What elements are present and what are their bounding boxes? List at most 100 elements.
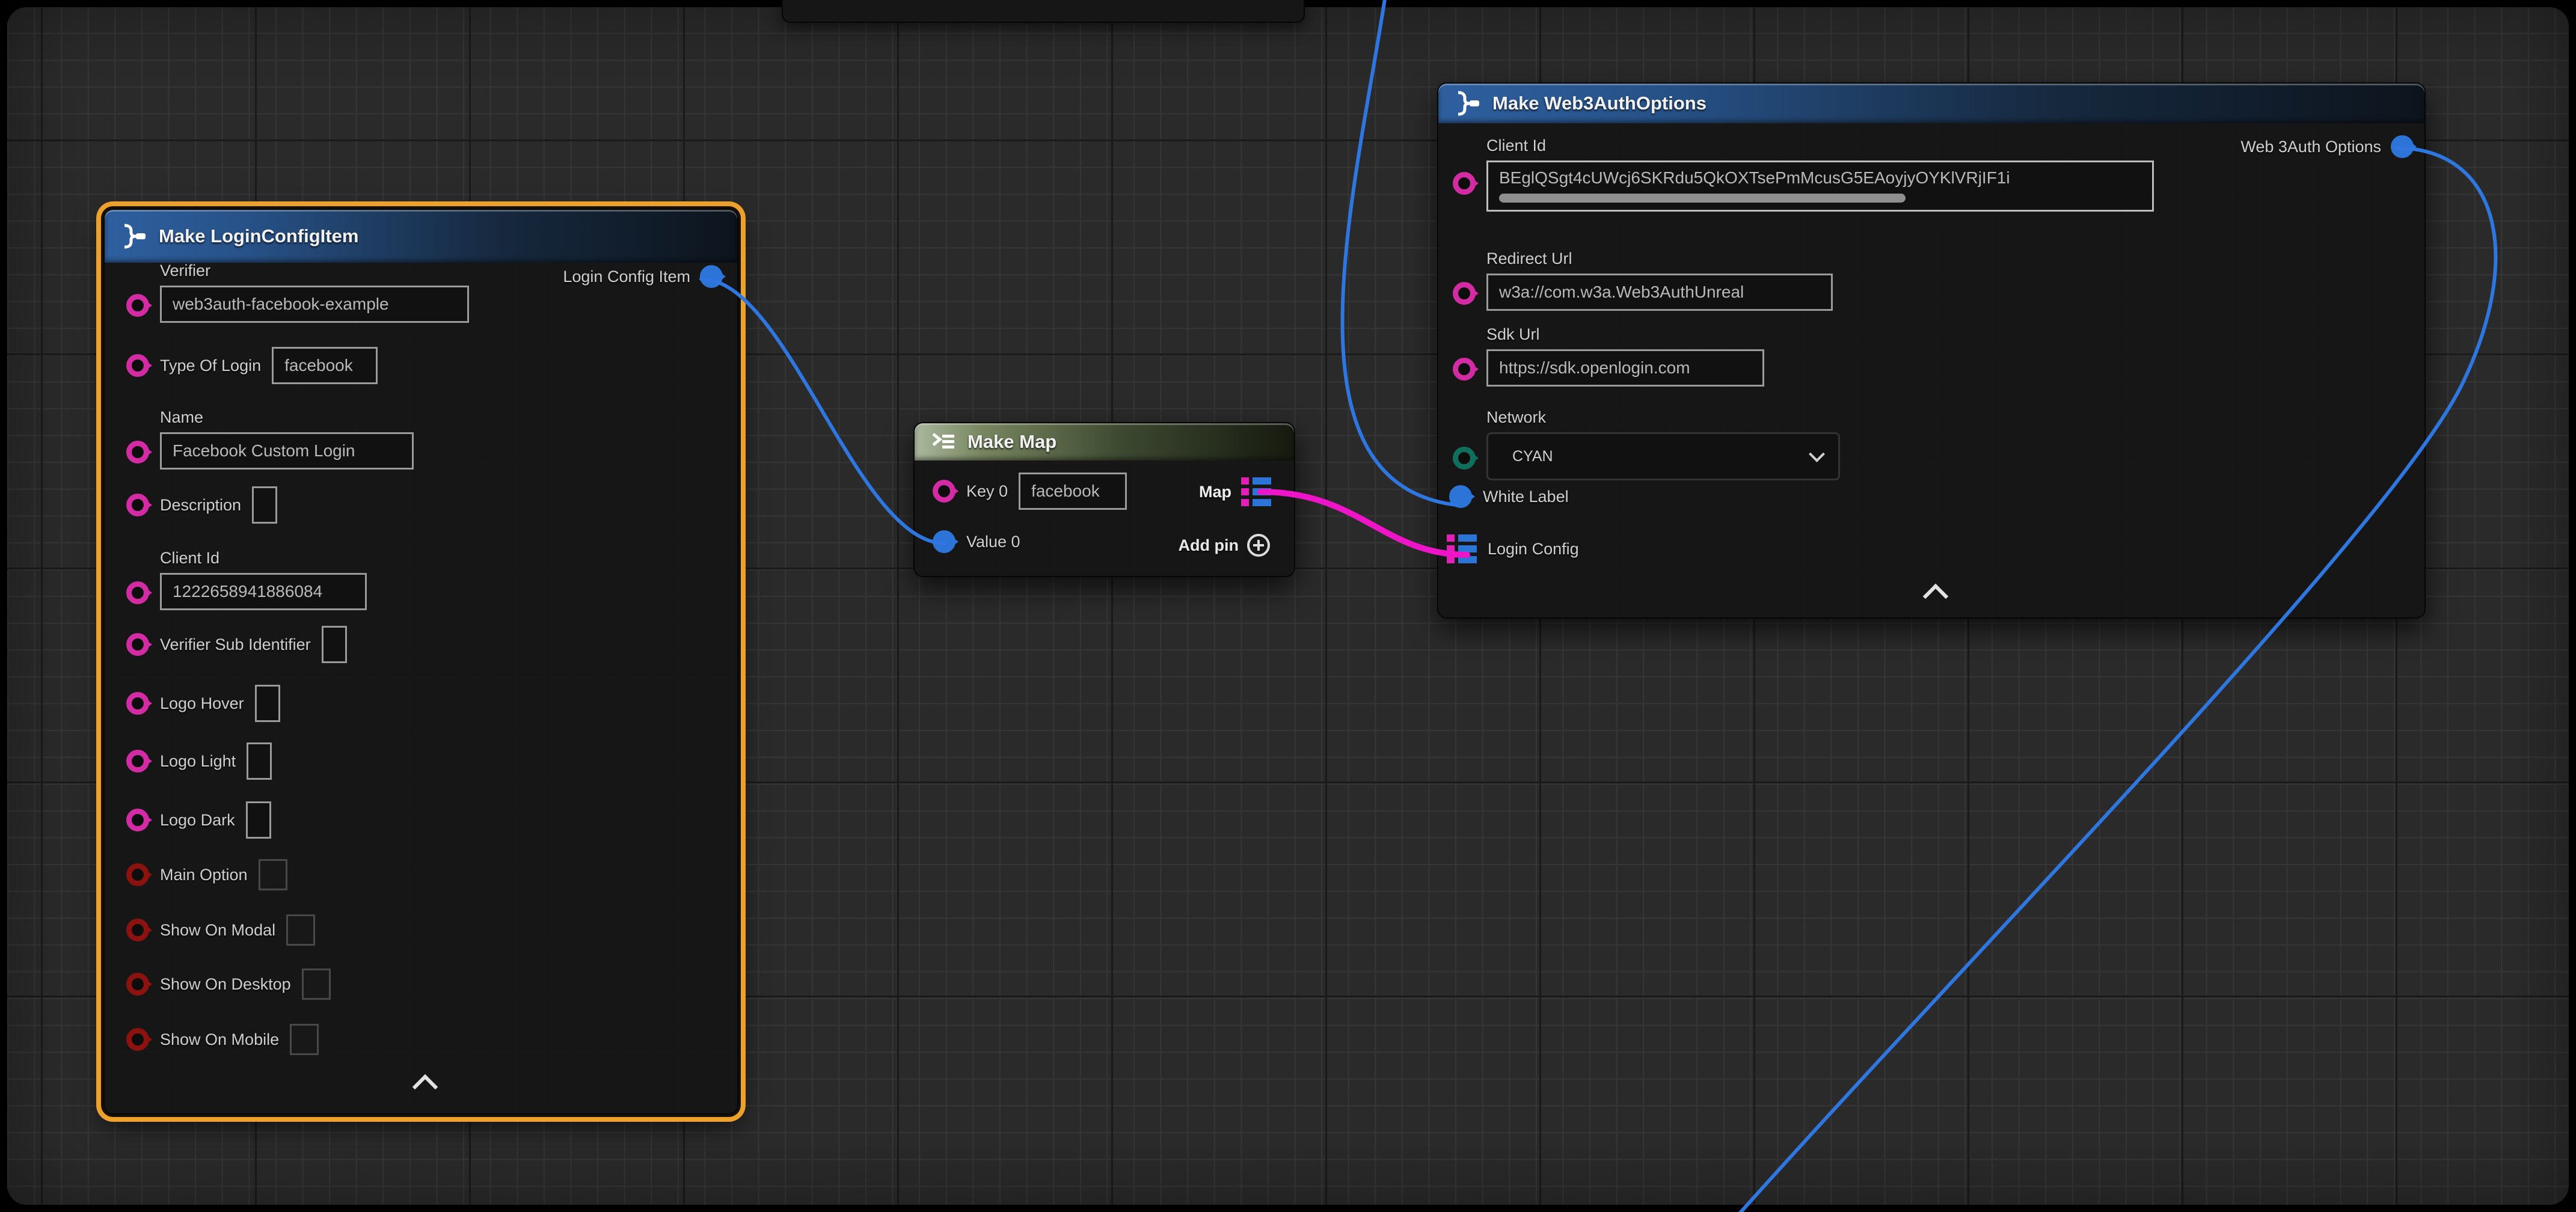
logo-dark-input[interactable] <box>246 801 271 839</box>
logo-dark-label: Logo Dark <box>160 811 235 830</box>
type-of-login-label: Type Of Login <box>160 357 261 375</box>
network-selected-value: CYAN <box>1512 448 1553 465</box>
pin-row-logo-hover: Logo Hover <box>126 685 280 722</box>
type-of-login-pin[interactable] <box>126 354 149 377</box>
logo-light-input[interactable] <box>247 742 272 780</box>
node-title: Make Web3AuthOptions <box>1492 93 1707 114</box>
verifier-sub-identifier-input[interactable] <box>322 626 347 663</box>
pin-row-logo-light: Logo Light <box>126 742 272 780</box>
login-config-label: Login Config <box>1488 540 1579 559</box>
pin-row-sdk-url: Sdk Url https://sdk.openlogin.com <box>1453 325 1764 387</box>
show-on-modal-checkbox[interactable] <box>286 914 315 946</box>
offscreen-node-bottom-edge[interactable] <box>782 0 1305 23</box>
show-on-mobile-checkbox[interactable] <box>290 1024 319 1055</box>
web3auth-options-output-label: Web 3Auth Options <box>2240 138 2381 156</box>
output-row-login-config-item: Login Config Item <box>563 265 723 288</box>
network-dropdown[interactable]: CYAN <box>1486 432 1840 480</box>
verifier-sub-identifier-label: Verifier Sub Identifier <box>160 635 311 654</box>
login-config-pin[interactable] <box>1447 534 1477 563</box>
redirect-url-label: Redirect Url <box>1486 249 1833 268</box>
logo-hover-label: Logo Hover <box>160 694 244 713</box>
pin-row-redirect-url: Redirect Url w3a://com.w3a.Web3AuthUnrea… <box>1453 249 1833 311</box>
pin-row-client-id: Client Id BEglQSgt4cUWcj6SKRdu5QkOXTsePm… <box>1453 136 2154 212</box>
verifier-label: Verifier <box>160 262 469 280</box>
node-header[interactable]: Make Web3AuthOptions <box>1438 84 2424 123</box>
description-label: Description <box>160 496 241 515</box>
client-id-pin[interactable] <box>1453 172 1476 195</box>
key-0-pin[interactable] <box>933 480 955 503</box>
logo-hover-pin[interactable] <box>126 692 149 715</box>
logo-light-pin[interactable] <box>126 750 149 773</box>
name-pin[interactable] <box>126 441 149 464</box>
network-label: Network <box>1486 408 1840 427</box>
type-of-login-input[interactable]: facebook <box>272 347 378 384</box>
pin-row-value-0: Value 0 <box>933 530 1020 553</box>
redirect-url-input[interactable]: w3a://com.w3a.Web3AuthUnreal <box>1486 274 1833 311</box>
name-input[interactable]: Facebook Custom Login <box>160 432 414 470</box>
client-id-text: BEglQSgt4cUWcj6SKRdu5QkOXTsePmMcusG5EAoy… <box>1499 168 2141 188</box>
pin-row-show-on-desktop: Show On Desktop <box>126 969 331 1000</box>
white-label-label: White Label <box>1483 488 1569 506</box>
main-option-checkbox[interactable] <box>259 859 287 890</box>
collapse-node-chevron[interactable] <box>1923 584 1948 609</box>
pin-row-login-config: Login Config <box>1447 534 1579 563</box>
node-make-loginconfigitem[interactable]: Make LoginConfigItem Login Config Item V… <box>103 209 738 1115</box>
add-pin-label: Add pin <box>1179 536 1239 555</box>
client-id-input[interactable]: BEglQSgt4cUWcj6SKRdu5QkOXTsePmMcusG5EAoy… <box>1486 161 2154 212</box>
blueprint-graph-canvas[interactable]: Make LoginConfigItem Login Config Item V… <box>0 0 2576 1212</box>
make-struct-icon <box>120 224 148 249</box>
output-row-web3auth-options: Web 3Auth Options <box>2240 135 2414 158</box>
main-option-label: Main Option <box>160 866 248 884</box>
client-id-scrollbar[interactable] <box>1499 194 1906 203</box>
pin-row-show-on-modal: Show On Modal <box>126 914 315 946</box>
pin-row-client-id: Client Id 1222658941886084 <box>126 549 367 610</box>
collapse-node-chevron[interactable] <box>412 1074 438 1100</box>
description-pin[interactable] <box>126 494 149 516</box>
client-id-label: Client Id <box>160 549 367 568</box>
pin-row-name: Name Facebook Custom Login <box>126 408 414 470</box>
pin-row-main-option: Main Option <box>126 859 287 890</box>
verifier-pin[interactable] <box>126 294 149 317</box>
description-input[interactable] <box>252 486 277 524</box>
show-on-mobile-label: Show On Mobile <box>160 1030 279 1049</box>
client-id-input[interactable]: 1222658941886084 <box>160 573 367 610</box>
sdk-url-input[interactable]: https://sdk.openlogin.com <box>1486 349 1764 387</box>
pin-row-white-label: White Label <box>1449 485 1569 508</box>
sdk-url-label: Sdk Url <box>1486 325 1764 344</box>
client-id-pin[interactable] <box>126 581 149 604</box>
main-option-pin[interactable] <box>126 863 149 886</box>
node-header[interactable]: Make LoginConfigItem <box>105 210 737 263</box>
show-on-mobile-pin[interactable] <box>126 1028 149 1051</box>
verifier-sub-identifier-pin[interactable] <box>126 633 149 656</box>
logo-dark-pin[interactable] <box>126 809 149 831</box>
pin-row-verifier: Verifier web3auth-facebook-example <box>126 262 469 323</box>
name-label: Name <box>160 408 414 427</box>
sdk-url-pin[interactable] <box>1453 358 1476 381</box>
add-pin-row[interactable]: Add pin <box>1179 534 1270 557</box>
show-on-desktop-label: Show On Desktop <box>160 975 291 994</box>
node-header[interactable]: Make Map <box>915 423 1294 461</box>
pin-row-description: Description <box>126 486 277 524</box>
node-make-web3authoptions[interactable]: Make Web3AuthOptions Web 3Auth Options C… <box>1437 82 2426 619</box>
node-title: Make Map <box>968 431 1056 453</box>
logo-hover-input[interactable] <box>255 685 280 722</box>
show-on-desktop-pin[interactable] <box>126 973 149 996</box>
show-on-modal-pin[interactable] <box>126 919 149 941</box>
node-make-map[interactable]: Make Map Key 0 facebook Map Value 0 Add … <box>913 422 1295 577</box>
logo-light-label: Logo Light <box>160 752 236 771</box>
network-pin[interactable] <box>1453 447 1476 470</box>
redirect-url-pin[interactable] <box>1453 282 1476 305</box>
key-0-input[interactable]: facebook <box>1019 473 1127 510</box>
verifier-input[interactable]: web3auth-facebook-example <box>160 286 469 323</box>
make-map-icon <box>930 431 957 453</box>
add-pin-icon[interactable] <box>1247 534 1270 557</box>
map-output-label: Map <box>1199 483 1231 501</box>
chevron-down-icon <box>1809 446 1825 462</box>
show-on-modal-label: Show On Modal <box>160 921 275 940</box>
client-id-label: Client Id <box>1486 136 2154 155</box>
value-0-label: Value 0 <box>966 533 1020 551</box>
output-pin-label: Login Config Item <box>563 268 690 286</box>
node-title: Make LoginConfigItem <box>159 225 358 247</box>
pin-row-key-0: Key 0 facebook <box>933 473 1127 510</box>
show-on-desktop-checkbox[interactable] <box>302 969 331 1000</box>
